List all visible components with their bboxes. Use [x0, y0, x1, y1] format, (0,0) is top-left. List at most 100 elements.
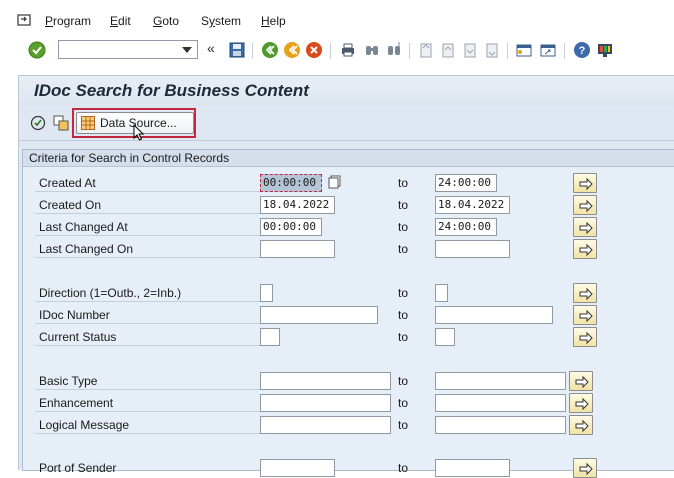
- logical-message-to-field[interactable]: [435, 416, 566, 434]
- to-label: to: [398, 220, 409, 234]
- back-green-icon[interactable]: [261, 41, 279, 59]
- idoc-number-label: IDoc Number: [39, 308, 110, 322]
- menu-help[interactable]: Help: [261, 14, 286, 28]
- enhancement-label: Enhancement: [39, 396, 114, 410]
- group-title-bar: Criteria for Search in Control Records: [23, 150, 674, 167]
- multiple-selection-button[interactable]: [573, 217, 597, 237]
- menu-edit[interactable]: Edit: [110, 14, 131, 28]
- created-at-to-field[interactable]: 24:00:00: [435, 174, 497, 192]
- last-changed-on-to-field[interactable]: [435, 240, 510, 258]
- basic-type-to-field[interactable]: [435, 372, 566, 390]
- last-page-icon[interactable]: [483, 41, 501, 59]
- help-icon[interactable]: ?: [573, 41, 591, 59]
- idoc-number-from-field[interactable]: [260, 306, 378, 324]
- variant-icon[interactable]: [53, 115, 69, 131]
- exit-yellow-icon[interactable]: [283, 41, 301, 59]
- find-next-icon[interactable]: [385, 41, 403, 59]
- command-field[interactable]: [58, 40, 198, 59]
- created-on-from-field[interactable]: 18.04.2022: [260, 196, 335, 214]
- arrow-right-icon: [579, 462, 593, 476]
- basic-type-from-field[interactable]: [260, 372, 391, 390]
- port-of-sender-from-field[interactable]: [260, 459, 335, 477]
- multiple-selection-button[interactable]: [573, 239, 597, 259]
- current-status-from-field[interactable]: [260, 328, 280, 346]
- current-status-to-field[interactable]: [435, 328, 455, 346]
- enhancement-to-field[interactable]: [435, 394, 566, 412]
- enhancement-from-field[interactable]: [260, 394, 391, 412]
- created-at-label: Created At: [39, 176, 96, 190]
- save-icon[interactable]: [228, 41, 246, 59]
- to-label: to: [398, 176, 409, 190]
- find-icon[interactable]: [363, 41, 381, 59]
- execute-icon[interactable]: [30, 115, 46, 131]
- arrow-right-icon: [579, 199, 593, 213]
- copy-icon[interactable]: [328, 175, 342, 189]
- arrow-right-icon: [579, 309, 593, 323]
- criteria-group-box: Criteria for Search in Control Records C…: [22, 149, 674, 478]
- created-at-from-field[interactable]: 00:00:00: [260, 174, 322, 192]
- to-label: to: [398, 286, 409, 300]
- multiple-selection-button[interactable]: [573, 195, 597, 215]
- chevron-down-icon[interactable]: [182, 47, 192, 53]
- arrow-right-icon: [579, 243, 593, 257]
- direction-label: Direction (1=Outb., 2=Inb.): [39, 286, 182, 300]
- to-label: to: [398, 198, 409, 212]
- last-changed-at-to-field[interactable]: 24:00:00: [435, 218, 497, 236]
- multiple-selection-button[interactable]: [569, 415, 593, 435]
- multiple-selection-button[interactable]: [573, 305, 597, 325]
- svg-text:?: ?: [579, 45, 586, 57]
- menu-program[interactable]: Program: [45, 14, 91, 28]
- mouse-cursor-icon: [133, 124, 145, 141]
- standard-toolbar: « ?: [0, 35, 674, 67]
- basic-type-label: Basic Type: [39, 374, 98, 388]
- menu-goto[interactable]: Goto: [153, 14, 179, 28]
- multiple-selection-button[interactable]: [573, 173, 597, 193]
- direction-to-field[interactable]: [435, 284, 448, 302]
- last-changed-at-from-field[interactable]: 00:00:00: [260, 218, 322, 236]
- cancel-red-icon[interactable]: [305, 41, 323, 59]
- arrow-right-icon: [579, 221, 593, 235]
- menu-system-icon[interactable]: [17, 13, 33, 27]
- title-bar: IDoc Search for Business Content: [19, 76, 674, 106]
- arrow-right-icon: [579, 287, 593, 301]
- created-on-label: Created On: [39, 198, 102, 212]
- create-shortcut-icon[interactable]: [539, 41, 557, 59]
- enter-check-icon[interactable]: [28, 41, 46, 59]
- nav-back-icon[interactable]: «: [207, 40, 215, 56]
- current-status-label: Current Status: [39, 330, 117, 344]
- multiple-selection-button[interactable]: [573, 327, 597, 347]
- multiple-selection-button[interactable]: [569, 371, 593, 391]
- multiple-selection-button[interactable]: [569, 393, 593, 413]
- prev-page-icon[interactable]: [439, 41, 457, 59]
- to-label: to: [398, 330, 409, 344]
- first-page-icon[interactable]: [417, 41, 435, 59]
- group-title: Criteria for Search in Control Records: [29, 151, 230, 165]
- table-grid-icon: [81, 116, 95, 130]
- to-label: to: [398, 461, 409, 475]
- next-page-icon[interactable]: [461, 41, 479, 59]
- multiple-selection-button[interactable]: [573, 458, 597, 478]
- last-changed-on-from-field[interactable]: [260, 240, 335, 258]
- menu-system[interactable]: System: [201, 14, 241, 28]
- logical-message-label: Logical Message: [39, 418, 130, 432]
- arrow-right-icon: [575, 419, 589, 433]
- port-of-sender-to-field[interactable]: [435, 459, 510, 477]
- new-session-icon[interactable]: [515, 41, 533, 59]
- print-icon[interactable]: [339, 41, 357, 59]
- created-on-to-field[interactable]: 18.04.2022: [435, 196, 510, 214]
- idoc-number-to-field[interactable]: [435, 306, 553, 324]
- logical-message-from-field[interactable]: [260, 416, 391, 434]
- page-title: IDoc Search for Business Content: [34, 81, 309, 100]
- main-panel: IDoc Search for Business Content Data So…: [18, 75, 674, 478]
- port-of-sender-label: Port of Sender: [39, 461, 117, 475]
- direction-from-field[interactable]: [260, 284, 273, 302]
- last-changed-on-label: Last Changed On: [39, 242, 134, 256]
- customize-layout-icon[interactable]: [596, 41, 614, 59]
- multiple-selection-button[interactable]: [573, 283, 597, 303]
- arrow-right-icon: [575, 375, 589, 389]
- to-label: to: [398, 308, 409, 322]
- to-label: to: [398, 374, 409, 388]
- to-label: to: [398, 418, 409, 432]
- arrow-right-icon: [575, 397, 589, 411]
- application-toolbar: Data Source...: [19, 106, 674, 141]
